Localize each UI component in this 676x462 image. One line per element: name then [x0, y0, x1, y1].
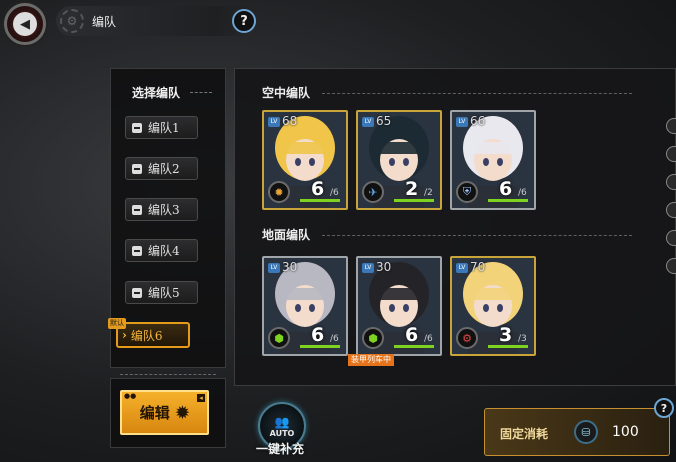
corner-arrow-icon: ◂ — [197, 394, 205, 402]
level-badge-icon: LV — [456, 117, 468, 127]
unit-count: 6 — [499, 178, 513, 200]
hp-bar-fill — [394, 345, 434, 348]
hp-bar — [300, 345, 340, 348]
minus-icon — [132, 204, 142, 215]
unit-card[interactable]: LV 68 ✹ 6/6 — [262, 110, 348, 210]
minus-icon — [132, 122, 142, 133]
level-badge-icon: LV — [268, 263, 280, 273]
hex-icon: ⬢ — [362, 327, 384, 349]
unit-count: 6 — [311, 178, 325, 200]
cost-label: 固定消耗 — [500, 427, 549, 441]
unit-card[interactable]: LV 30 ⬢ 6/6 — [356, 256, 442, 356]
squad-label: 编队3 — [148, 203, 180, 217]
default-tag: 默认 — [108, 318, 126, 329]
level-badge-icon: LV — [362, 117, 374, 127]
unit-level: 70 — [470, 260, 486, 274]
minus-icon — [132, 163, 142, 174]
dots-icon: ●● — [124, 392, 137, 400]
unit-count-max: /3 — [518, 334, 527, 344]
unit-count-max: /2 — [424, 188, 433, 198]
wing-icon: ✈ — [362, 181, 384, 203]
level-badge-icon: LV — [456, 263, 468, 273]
unit-count-max: /6 — [424, 334, 433, 344]
squad-button-2[interactable]: 编队2 — [125, 157, 198, 180]
squad-label: 编队2 — [148, 162, 180, 176]
unit-level: 65 — [376, 114, 392, 128]
edge-tab[interactable] — [666, 202, 676, 218]
unit-count: 3 — [499, 324, 513, 346]
unit-card[interactable]: LV 66 ⛨ 6/6 — [450, 110, 536, 210]
unit-count-max: /6 — [330, 188, 339, 198]
gear-icon: ⚙ — [60, 9, 84, 33]
gear-icon: ✹ — [175, 403, 190, 422]
hp-bar — [488, 345, 528, 348]
title-bar: ⚙ 编队 — [56, 6, 256, 36]
unit-card[interactable]: LV 30 ⬢ 6/6 — [262, 256, 348, 356]
squad-label: 编队6 — [130, 328, 163, 343]
ground-section-divider — [322, 235, 632, 236]
hp-bar — [394, 199, 434, 202]
back-button[interactable]: ◀ — [4, 3, 46, 45]
flame-icon: ✹ — [268, 181, 290, 203]
squad-button-3[interactable]: 编队3 — [125, 198, 198, 221]
squad-list-heading: 选择编队 — [132, 86, 181, 100]
unit-card[interactable]: LV 70 ⚙ 3/3 — [450, 256, 536, 356]
edge-tab[interactable] — [666, 258, 676, 274]
squad-button-4[interactable]: 编队4 — [125, 239, 198, 262]
edge-tab[interactable] — [666, 118, 676, 134]
edge-tab[interactable] — [666, 230, 676, 246]
back-arrow-icon: ◀ — [13, 12, 37, 36]
level-badge-icon: LV — [362, 263, 374, 273]
unit-count: 2 — [405, 178, 419, 200]
shield-icon: ⛨ — [456, 181, 478, 203]
unit-count-max: /6 — [330, 334, 339, 344]
squad-button-6-active[interactable]: › 编队6 — [116, 322, 190, 348]
squad-button-5[interactable]: 编队5 — [125, 281, 198, 304]
hp-bar-fill — [300, 199, 340, 202]
unit-level: 30 — [376, 260, 392, 274]
hp-bar-fill — [300, 345, 340, 348]
minus-icon — [132, 287, 142, 298]
gear-icon: ⚙ — [456, 327, 478, 349]
hp-bar — [488, 199, 528, 202]
unit-card[interactable]: LV 65 ✈ 2/2 — [356, 110, 442, 210]
unit-count: 6 — [311, 324, 325, 346]
heading-divider — [190, 92, 212, 93]
air-section-divider — [322, 93, 632, 94]
cost-value: 100 — [612, 424, 639, 440]
edge-tab[interactable] — [666, 146, 676, 162]
squad-label: 编队1 — [148, 121, 180, 135]
hex-icon: ⬢ — [268, 327, 290, 349]
panel-divider — [120, 374, 216, 375]
edge-tab[interactable] — [666, 174, 676, 190]
hp-bar-fill — [488, 199, 528, 202]
squad-label: 编队4 — [148, 244, 180, 258]
people-icon: 👥 — [274, 414, 290, 429]
hp-bar-fill — [488, 345, 528, 348]
hp-bar-fill — [394, 199, 434, 202]
hp-bar — [300, 199, 340, 202]
unit-level: 66 — [470, 114, 486, 128]
minus-icon — [132, 245, 142, 256]
page-title: 编队 — [92, 14, 117, 29]
edit-label: 编辑 — [139, 404, 170, 422]
air-section-title: 空中编队 — [262, 86, 311, 100]
level-badge-icon: LV — [268, 117, 280, 127]
ground-section-title: 地面编队 — [262, 228, 311, 242]
chevron-right-icon: › — [122, 328, 127, 342]
auto-text: AUTO — [269, 428, 295, 438]
unit-level: 30 — [282, 260, 298, 274]
auto-refill-label: 一键补充 — [256, 442, 305, 456]
armored-train-tag: 装甲列车中 — [348, 354, 394, 366]
hp-bar — [394, 345, 434, 348]
help-button[interactable]: ? — [232, 9, 256, 33]
squad-label: 编队5 — [148, 286, 180, 300]
resource-icon: ⛁ — [574, 420, 598, 444]
unit-level: 68 — [282, 114, 298, 128]
cost-help-button[interactable]: ? — [654, 398, 674, 418]
unit-count-max: /6 — [518, 188, 527, 198]
unit-count: 6 — [405, 324, 419, 346]
squad-button-1[interactable]: 编队1 — [125, 116, 198, 139]
